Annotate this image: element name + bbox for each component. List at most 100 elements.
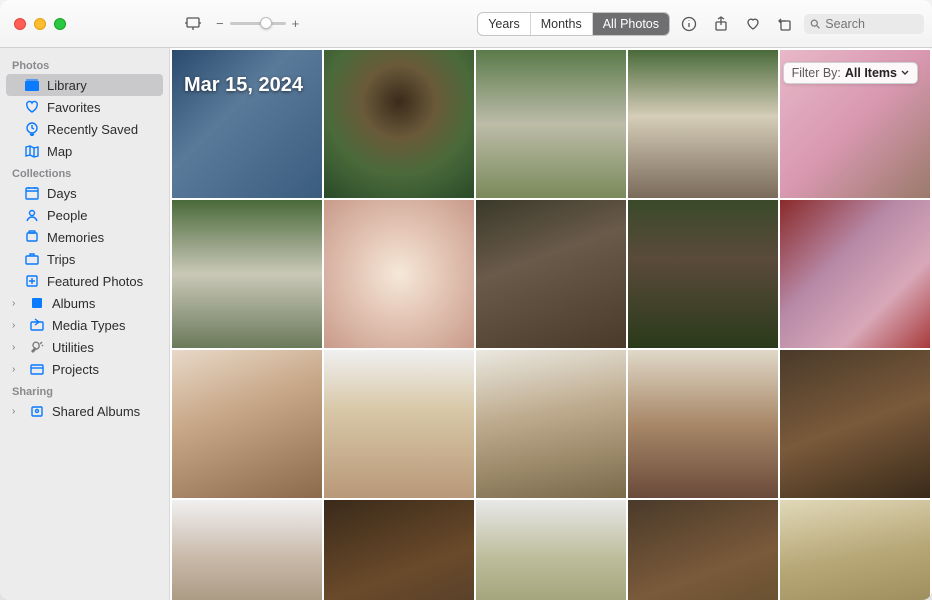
photo-thumbnail[interactable]	[172, 50, 322, 198]
share-button[interactable]	[708, 12, 734, 36]
heart-icon	[24, 99, 40, 115]
sidebar-item-media-types[interactable]: › Media Types	[6, 314, 163, 336]
sidebar-item-label: Shared Albums	[52, 404, 140, 419]
view-tab-months[interactable]: Months	[531, 13, 593, 35]
disclosure-chevron-icon[interactable]: ›	[12, 298, 22, 309]
wrench-icon	[29, 339, 45, 355]
photo-thumbnail[interactable]	[780, 350, 930, 498]
photo-thumbnail[interactable]	[780, 500, 930, 600]
sidebar-item-projects[interactable]: › Projects	[6, 358, 163, 380]
photo-thumbnail[interactable]	[628, 500, 778, 600]
filter-value: All Items	[845, 66, 897, 80]
toolbar-left: − +	[170, 12, 299, 36]
view-tab-all-photos[interactable]: All Photos	[593, 13, 669, 35]
sidebar-item-shared-albums[interactable]: › Shared Albums	[6, 400, 163, 422]
clock-down-icon	[24, 121, 40, 137]
sidebar-item-featured-photos[interactable]: Featured Photos	[6, 270, 163, 292]
photo-thumbnail[interactable]	[476, 350, 626, 498]
photo-thumbnail[interactable]	[172, 200, 322, 348]
sidebar-item-label: Days	[47, 186, 77, 201]
sidebar-item-label: Trips	[47, 252, 75, 267]
photo-thumbnail[interactable]	[628, 350, 778, 498]
sidebar-item-label: Library	[47, 78, 87, 93]
sidebar-item-days[interactable]: Days	[6, 182, 163, 204]
sidebar-item-trips[interactable]: Trips	[6, 248, 163, 270]
search-field[interactable]	[804, 14, 924, 34]
filter-dropdown[interactable]: Filter By: All Items	[783, 62, 918, 84]
disclosure-chevron-icon[interactable]: ›	[12, 342, 22, 353]
filter-label: Filter By:	[792, 66, 841, 80]
window-controls	[0, 18, 170, 30]
sidebar-item-memories[interactable]: Memories	[6, 226, 163, 248]
calendar-icon	[24, 185, 40, 201]
photo-thumbnail[interactable]	[172, 500, 322, 600]
sidebar-item-people[interactable]: People	[6, 204, 163, 226]
photo-thumbnail[interactable]	[628, 50, 778, 198]
media-icon	[29, 317, 45, 333]
photo-thumbnail[interactable]	[476, 200, 626, 348]
photo-thumbnail[interactable]	[780, 200, 930, 348]
photo-thumbnail[interactable]	[476, 50, 626, 198]
disclosure-chevron-icon[interactable]: ›	[12, 364, 22, 375]
chevron-down-icon	[901, 69, 909, 77]
titlebar: − + YearsMonthsAll Photos	[0, 0, 932, 48]
window-body: PhotosLibraryFavoritesRecently SavedMapC…	[0, 48, 932, 600]
map-icon	[24, 143, 40, 159]
close-window-button[interactable]	[14, 18, 26, 30]
photo-thumbnail[interactable]	[628, 200, 778, 348]
search-icon	[810, 18, 820, 30]
photo-grid-area: Mar 15, 2024 Filter By: All Items	[170, 48, 932, 600]
aspect-fit-icon[interactable]	[180, 12, 206, 36]
sparkle-icon	[24, 273, 40, 289]
sidebar-item-label: Memories	[47, 230, 104, 245]
sidebar-item-label: Albums	[52, 296, 95, 311]
photo-thumbnail[interactable]	[324, 350, 474, 498]
shared-icon	[29, 403, 45, 419]
sidebar-item-label: People	[47, 208, 87, 223]
sidebar-item-label: Media Types	[52, 318, 125, 333]
disclosure-chevron-icon[interactable]: ›	[12, 320, 22, 331]
rotate-button[interactable]	[772, 12, 798, 36]
search-input[interactable]	[825, 17, 918, 31]
sidebar-item-map[interactable]: Map	[6, 140, 163, 162]
favorite-button[interactable]	[740, 12, 766, 36]
app-window: − + YearsMonthsAll Photos	[0, 0, 932, 600]
view-tab-years[interactable]: Years	[478, 13, 531, 35]
sidebar-item-label: Featured Photos	[47, 274, 143, 289]
person-icon	[24, 207, 40, 223]
sidebar-item-label: Map	[47, 144, 72, 159]
zoom-in-icon[interactable]: +	[292, 16, 300, 31]
sidebar-item-label: Recently Saved	[47, 122, 138, 137]
sidebar: PhotosLibraryFavoritesRecently SavedMapC…	[0, 48, 170, 600]
zoom-slider[interactable]: − +	[216, 16, 299, 31]
projects-icon	[29, 361, 45, 377]
sidebar-item-label: Favorites	[47, 100, 100, 115]
minimize-window-button[interactable]	[34, 18, 46, 30]
slider-track[interactable]	[230, 22, 286, 25]
photo-thumbnail[interactable]	[324, 200, 474, 348]
photo-grid[interactable]	[170, 48, 932, 600]
sidebar-item-utilities[interactable]: › Utilities	[6, 336, 163, 358]
view-segmented-control: YearsMonthsAll Photos	[477, 12, 670, 36]
sidebar-item-recently-saved[interactable]: Recently Saved	[6, 118, 163, 140]
photo-thumbnail[interactable]	[476, 500, 626, 600]
sidebar-section-sharing: Sharing	[0, 380, 169, 400]
photo-thumbnail[interactable]	[324, 500, 474, 600]
sidebar-item-label: Projects	[52, 362, 99, 377]
library-icon	[24, 77, 40, 93]
photo-thumbnail[interactable]	[172, 350, 322, 498]
sidebar-item-label: Utilities	[52, 340, 94, 355]
sidebar-item-albums[interactable]: › Albums	[6, 292, 163, 314]
info-button[interactable]	[676, 12, 702, 36]
date-label: Mar 15, 2024	[184, 74, 303, 97]
sidebar-section-collections: Collections	[0, 162, 169, 182]
suitcase-icon	[24, 251, 40, 267]
photo-thumbnail[interactable]	[324, 50, 474, 198]
sidebar-item-favorites[interactable]: Favorites	[6, 96, 163, 118]
memories-icon	[24, 229, 40, 245]
zoom-out-icon[interactable]: −	[216, 16, 224, 31]
sidebar-item-library[interactable]: Library	[6, 74, 163, 96]
fullscreen-window-button[interactable]	[54, 18, 66, 30]
disclosure-chevron-icon[interactable]: ›	[12, 406, 22, 417]
slider-knob[interactable]	[260, 17, 272, 29]
